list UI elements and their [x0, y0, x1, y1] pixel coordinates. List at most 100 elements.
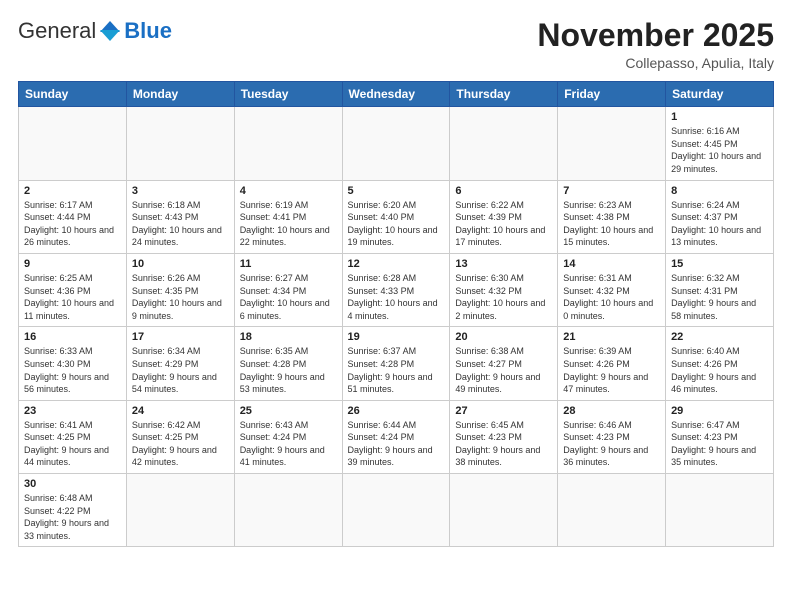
day-info: Sunrise: 6:39 AM Sunset: 4:26 PM Dayligh… [563, 345, 660, 395]
day-of-week-header: Saturday [666, 82, 774, 107]
calendar-cell: 28 Sunrise: 6:46 AM Sunset: 4:23 PM Dayli… [558, 400, 666, 473]
calendar-cell: 3Sunrise: 6:18 AM Sunset: 4:43 PM Daylig… [126, 180, 234, 253]
calendar-cell [342, 474, 450, 547]
subtitle: Collepasso, Apulia, Italy [537, 55, 774, 71]
day-info: Sunrise: 6:26 AM Sunset: 4:35 PM Dayligh… [132, 272, 229, 322]
calendar-cell: 25 Sunrise: 6:43 AM Sunset: 4:24 PM Dayli… [234, 400, 342, 473]
calendar-cell: 27 Sunrise: 6:45 AM Sunset: 4:23 PM Dayli… [450, 400, 558, 473]
calendar-cell: 9 Sunrise: 6:25 AM Sunset: 4:36 PM Daylig… [19, 253, 127, 326]
calendar-cell: 17 Sunrise: 6:34 AM Sunset: 4:29 PM Dayli… [126, 327, 234, 400]
calendar-cell [234, 474, 342, 547]
day-number: 4 [240, 185, 337, 197]
calendar-cell: 4 Sunrise: 6:19 AM Sunset: 4:41 PM Daylig… [234, 180, 342, 253]
day-info: Sunrise: 6:22 AM Sunset: 4:39 PM Dayligh… [455, 199, 552, 249]
header: General Blue November 2025 Collepasso, A… [18, 18, 774, 71]
day-info: Sunrise: 6:46 AM Sunset: 4:23 PM Dayligh… [563, 419, 660, 469]
month-title: November 2025 [537, 18, 774, 53]
day-number: 19 [348, 331, 445, 343]
calendar-cell [19, 107, 127, 180]
day-info: Sunrise: 6:42 AM Sunset: 4:25 PM Dayligh… [132, 419, 229, 469]
day-number: 26 [348, 405, 445, 417]
calendar-cell [126, 474, 234, 547]
day-info: Sunrise: 6:25 AM Sunset: 4:36 PM Dayligh… [24, 272, 121, 322]
calendar-cell: 8Sunrise: 6:24 AM Sunset: 4:37 PM Daylig… [666, 180, 774, 253]
calendar-cell: 19 Sunrise: 6:37 AM Sunset: 4:28 PM Dayli… [342, 327, 450, 400]
calendar-cell [558, 474, 666, 547]
calendar-cell [450, 474, 558, 547]
day-of-week-header: Thursday [450, 82, 558, 107]
day-info: Sunrise: 6:35 AM Sunset: 4:28 PM Dayligh… [240, 345, 337, 395]
calendar-cell: 5 Sunrise: 6:20 AM Sunset: 4:40 PM Daylig… [342, 180, 450, 253]
calendar-cell [342, 107, 450, 180]
calendar-cell: 14 Sunrise: 6:31 AM Sunset: 4:32 PM Dayli… [558, 253, 666, 326]
day-number: 20 [455, 331, 552, 343]
calendar-cell: 1Sunrise: 6:16 AM Sunset: 4:45 PM Daylig… [666, 107, 774, 180]
calendar-cell [126, 107, 234, 180]
day-number: 29 [671, 405, 768, 417]
day-number: 5 [348, 185, 445, 197]
day-number: 6 [455, 185, 552, 197]
day-info: Sunrise: 6:31 AM Sunset: 4:32 PM Dayligh… [563, 272, 660, 322]
day-number: 25 [240, 405, 337, 417]
day-number: 22 [671, 331, 768, 343]
calendar-cell: 30Sunrise: 6:48 AM Sunset: 4:22 PM Dayli… [19, 474, 127, 547]
day-info: Sunrise: 6:45 AM Sunset: 4:23 PM Dayligh… [455, 419, 552, 469]
day-number: 9 [24, 258, 121, 270]
day-number: 17 [132, 331, 229, 343]
day-of-week-header: Tuesday [234, 82, 342, 107]
day-number: 15 [671, 258, 768, 270]
day-info: Sunrise: 6:43 AM Sunset: 4:24 PM Dayligh… [240, 419, 337, 469]
calendar-cell: 22Sunrise: 6:40 AM Sunset: 4:26 PM Dayli… [666, 327, 774, 400]
day-number: 27 [455, 405, 552, 417]
day-number: 7 [563, 185, 660, 197]
logo-area: General Blue [18, 18, 172, 44]
day-info: Sunrise: 6:47 AM Sunset: 4:23 PM Dayligh… [671, 419, 768, 469]
day-info: Sunrise: 6:28 AM Sunset: 4:33 PM Dayligh… [348, 272, 445, 322]
title-area: November 2025 Collepasso, Apulia, Italy [537, 18, 774, 71]
day-info: Sunrise: 6:34 AM Sunset: 4:29 PM Dayligh… [132, 345, 229, 395]
day-number: 14 [563, 258, 660, 270]
calendar-cell: 11Sunrise: 6:27 AM Sunset: 4:34 PM Dayli… [234, 253, 342, 326]
day-info: Sunrise: 6:27 AM Sunset: 4:34 PM Dayligh… [240, 272, 337, 322]
calendar-cell: 2 Sunrise: 6:17 AM Sunset: 4:44 PM Daylig… [19, 180, 127, 253]
day-info: Sunrise: 6:38 AM Sunset: 4:27 PM Dayligh… [455, 345, 552, 395]
day-number: 23 [24, 405, 121, 417]
calendar-week-row: 1Sunrise: 6:16 AM Sunset: 4:45 PM Daylig… [19, 107, 774, 180]
calendar-week-row: 16Sunrise: 6:33 AM Sunset: 4:30 PM Dayli… [19, 327, 774, 400]
day-info: Sunrise: 6:44 AM Sunset: 4:24 PM Dayligh… [348, 419, 445, 469]
day-info: Sunrise: 6:37 AM Sunset: 4:28 PM Dayligh… [348, 345, 445, 395]
calendar-cell [450, 107, 558, 180]
logo-general: General [18, 18, 96, 44]
day-number: 3 [132, 185, 229, 197]
day-info: Sunrise: 6:16 AM Sunset: 4:45 PM Dayligh… [671, 125, 768, 175]
day-of-week-header: Monday [126, 82, 234, 107]
calendar-cell: 6 Sunrise: 6:22 AM Sunset: 4:39 PM Daylig… [450, 180, 558, 253]
day-info: Sunrise: 6:41 AM Sunset: 4:25 PM Dayligh… [24, 419, 121, 469]
calendar-cell: 12 Sunrise: 6:28 AM Sunset: 4:33 PM Dayli… [342, 253, 450, 326]
day-number: 13 [455, 258, 552, 270]
day-number: 12 [348, 258, 445, 270]
day-info: Sunrise: 6:17 AM Sunset: 4:44 PM Dayligh… [24, 199, 121, 249]
calendar-cell: 29 Sunrise: 6:47 AM Sunset: 4:23 PM Dayli… [666, 400, 774, 473]
day-info: Sunrise: 6:20 AM Sunset: 4:40 PM Dayligh… [348, 199, 445, 249]
calendar-cell: 16Sunrise: 6:33 AM Sunset: 4:30 PM Dayli… [19, 327, 127, 400]
calendar-cell [234, 107, 342, 180]
day-number: 18 [240, 331, 337, 343]
logo-blue: Blue [124, 18, 172, 44]
day-number: 8 [671, 185, 768, 197]
day-number: 2 [24, 185, 121, 197]
calendar-cell: 21Sunrise: 6:39 AM Sunset: 4:26 PM Dayli… [558, 327, 666, 400]
day-of-week-header: Wednesday [342, 82, 450, 107]
day-number: 10 [132, 258, 229, 270]
calendar-cell: 24 Sunrise: 6:42 AM Sunset: 4:25 PM Dayli… [126, 400, 234, 473]
day-info: Sunrise: 6:32 AM Sunset: 4:31 PM Dayligh… [671, 272, 768, 322]
calendar-cell [558, 107, 666, 180]
day-number: 28 [563, 405, 660, 417]
day-number: 16 [24, 331, 121, 343]
calendar-week-row: 30Sunrise: 6:48 AM Sunset: 4:22 PM Dayli… [19, 474, 774, 547]
calendar-cell: 20 Sunrise: 6:38 AM Sunset: 4:27 PM Dayli… [450, 327, 558, 400]
day-info: Sunrise: 6:23 AM Sunset: 4:38 PM Dayligh… [563, 199, 660, 249]
day-info: Sunrise: 6:19 AM Sunset: 4:41 PM Dayligh… [240, 199, 337, 249]
calendar-cell: 15 Sunrise: 6:32 AM Sunset: 4:31 PM Dayli… [666, 253, 774, 326]
day-number: 24 [132, 405, 229, 417]
